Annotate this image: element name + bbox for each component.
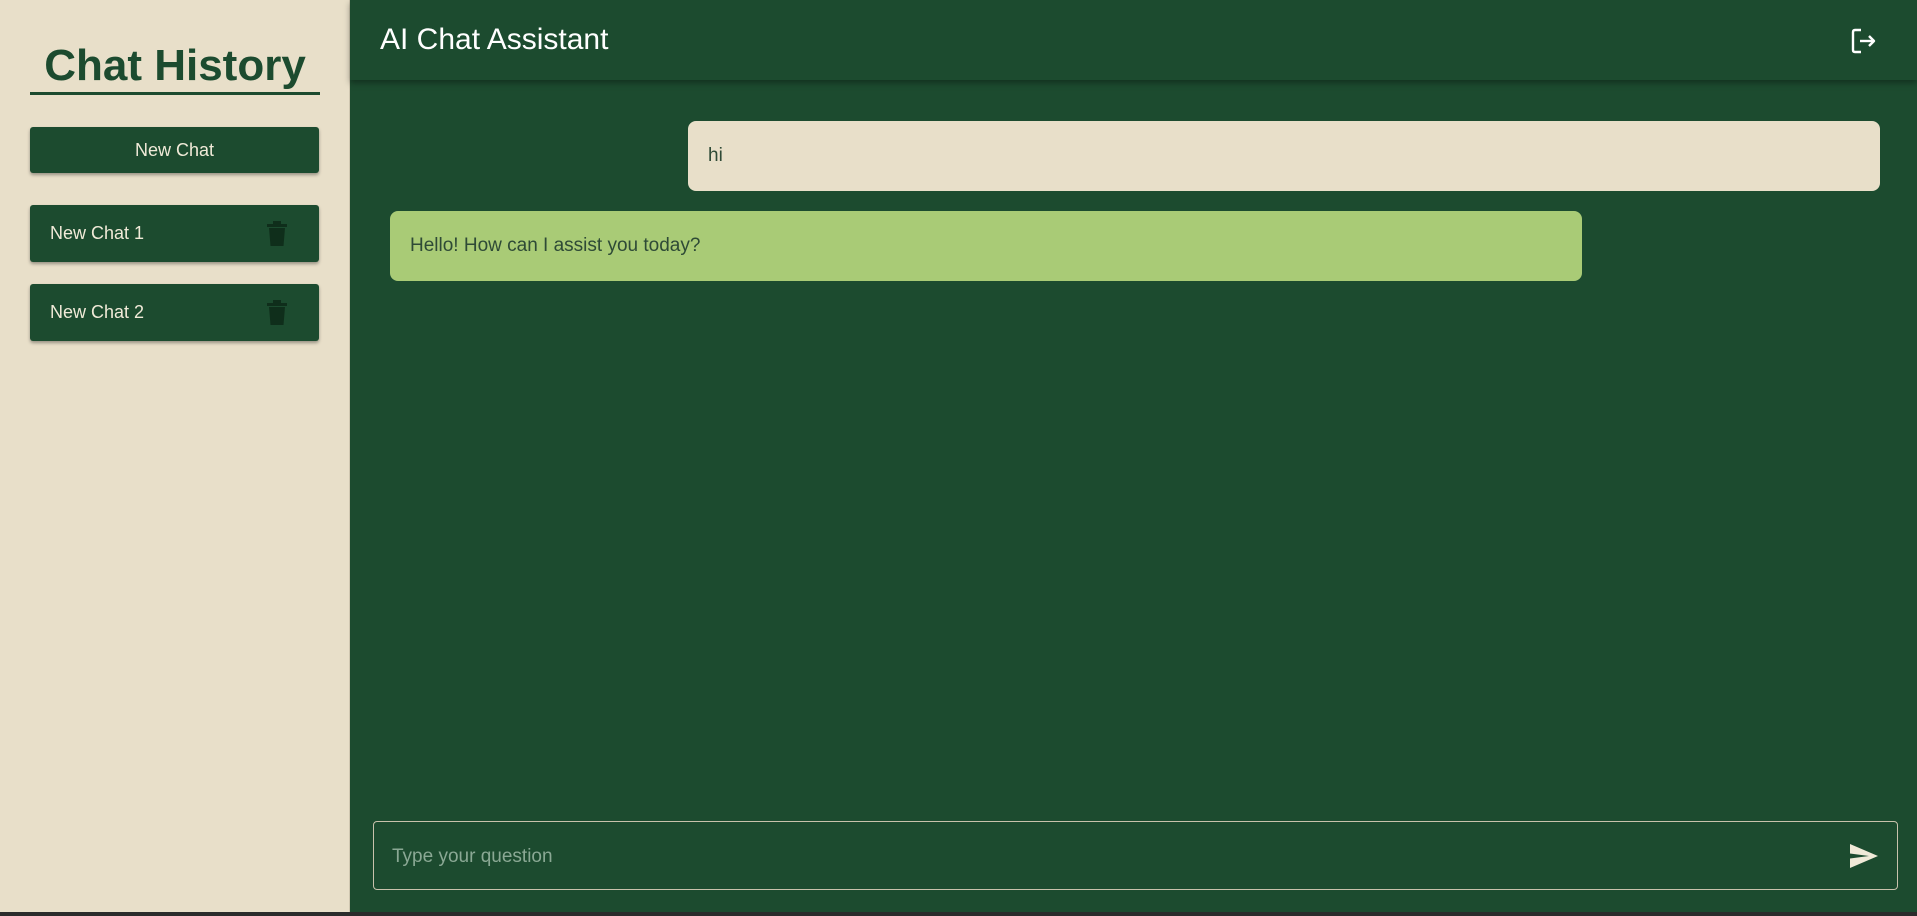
chat-item-label: New Chat 2 — [50, 302, 145, 322]
header: AI Chat Assistant — [350, 0, 1917, 80]
user-message-text: hi — [708, 145, 723, 166]
send-icon[interactable] — [1849, 843, 1879, 869]
sidebar-title-underline — [30, 92, 320, 95]
sidebar-title: Chat History — [44, 41, 306, 90]
sidebar: Chat History New Chat New Chat 1 New Cha… — [0, 0, 350, 912]
question-input[interactable] — [390, 822, 1834, 891]
trash-icon[interactable] — [265, 300, 289, 326]
page-title: AI Chat Assistant — [380, 23, 609, 56]
chat-item-label: New Chat 1 — [50, 223, 145, 243]
composer — [373, 821, 1898, 891]
logout-icon[interactable] — [1849, 26, 1879, 56]
window-bottom-edge — [0, 912, 1917, 916]
assistant-message-bubble: Hello! How can I assist you today? — [390, 211, 1582, 281]
sidebar-chat-item[interactable]: New Chat 2 — [30, 284, 319, 341]
assistant-message-text: Hello! How can I assist you today? — [410, 235, 701, 256]
new-chat-label: New Chat — [134, 139, 215, 160]
new-chat-button[interactable]: New Chat — [30, 127, 319, 173]
trash-icon[interactable] — [265, 221, 289, 247]
sidebar-chat-item[interactable]: New Chat 1 — [30, 205, 319, 262]
user-message-bubble: hi — [688, 121, 1880, 191]
